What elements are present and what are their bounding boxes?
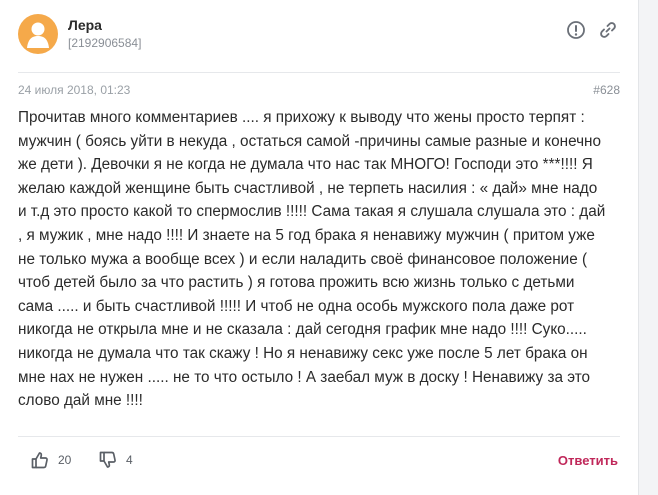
avatar[interactable]	[18, 14, 58, 54]
dislike-count: 4	[126, 453, 133, 467]
like-count: 20	[58, 453, 72, 467]
author-name[interactable]: Лера	[68, 17, 102, 33]
comment-footer: 20 4 Ответить	[18, 446, 620, 476]
header-actions	[566, 20, 618, 40]
like-button[interactable]: 20	[30, 450, 71, 470]
footer-divider	[18, 436, 620, 437]
link-icon[interactable]	[598, 20, 618, 40]
exclamation-circle-icon[interactable]	[566, 20, 586, 40]
comment-number[interactable]: #628	[593, 83, 620, 97]
reply-button[interactable]: Ответить	[558, 453, 618, 468]
dislike-button[interactable]: 4	[98, 450, 133, 470]
thumbs-down-icon	[99, 451, 116, 468]
comment-header: Лера [2192906584]	[18, 14, 620, 62]
author-id: [2192906584]	[68, 36, 142, 50]
header-divider	[18, 72, 620, 73]
comment-date: 24 июля 2018, 01:23	[18, 83, 131, 97]
comment-text: Прочитав много комментариев .... я прихо…	[18, 109, 606, 410]
user-silhouette-icon	[27, 22, 49, 48]
comment-meta: 24 июля 2018, 01:23 #628	[18, 83, 620, 99]
thumbs-up-icon	[31, 452, 48, 469]
comment-card: Лера [2192906584] 24 июля 2018, 01:23 #6…	[0, 0, 639, 495]
